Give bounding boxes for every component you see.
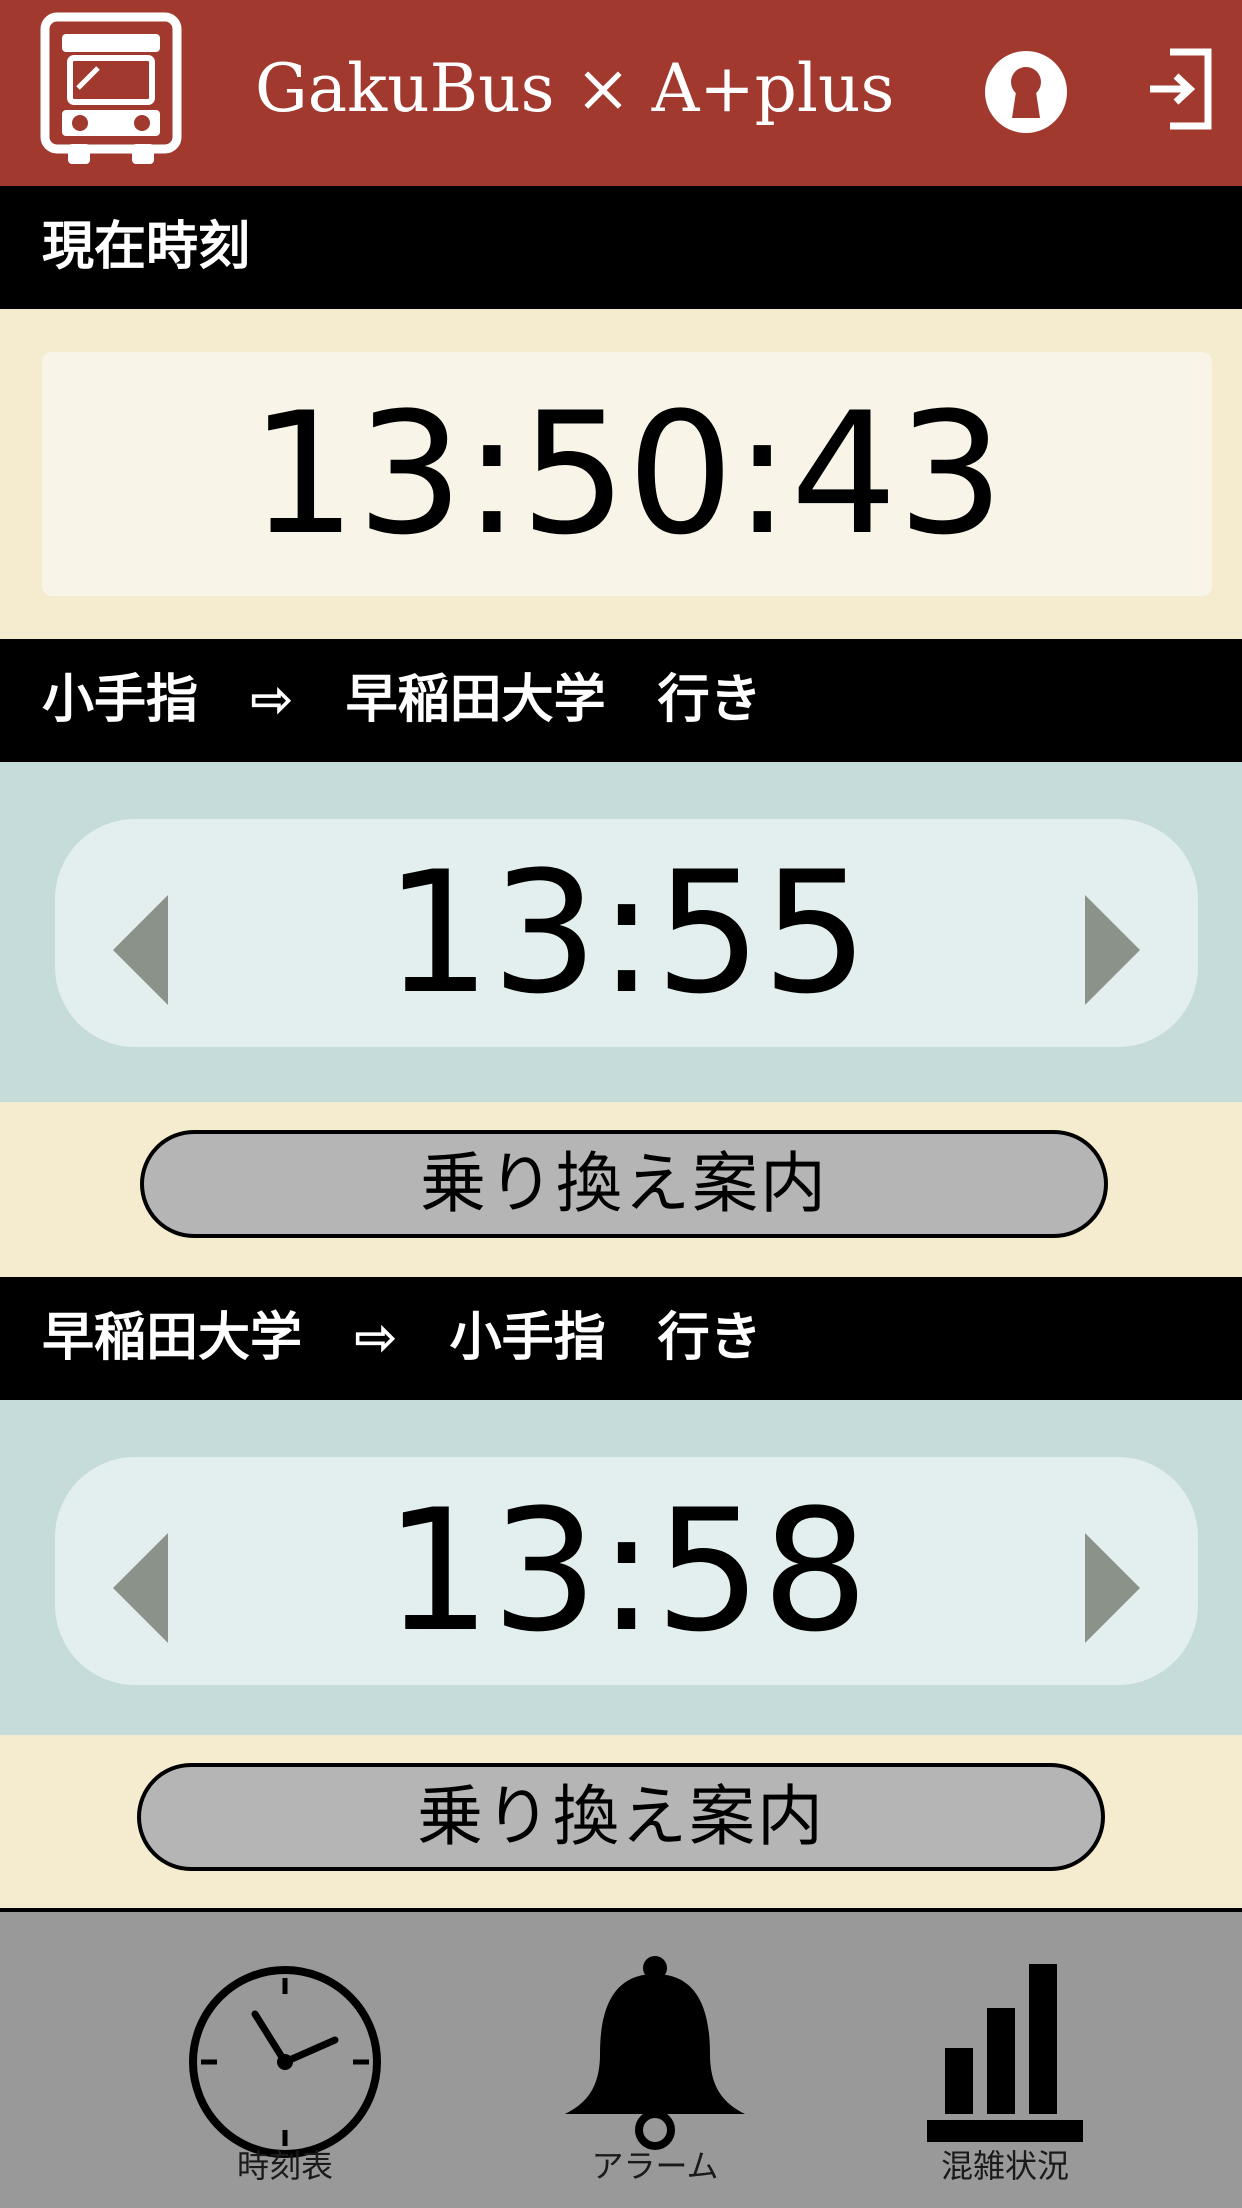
nav-item-alarm[interactable]: アラーム: [505, 1912, 805, 2208]
next-departure-arrow-icon[interactable]: [1085, 1533, 1140, 1643]
prev-departure-arrow-icon[interactable]: [113, 1533, 168, 1643]
user-keyhole-icon[interactable]: [982, 48, 1070, 136]
nav-label-alarm: アラーム: [591, 2147, 719, 2185]
departure-time: 13:58: [384, 1473, 869, 1669]
app-title: GakuBus × A+plus: [255, 50, 895, 127]
clock-icon: [189, 1966, 381, 2158]
next-departure-arrow-icon[interactable]: [1085, 895, 1140, 1005]
bar-chart-icon: [927, 1964, 1083, 2142]
nav-item-timetable[interactable]: 時刻表: [135, 1912, 435, 2208]
current-time-bar: 現在時刻: [0, 186, 1242, 309]
departure-pill: 13:55: [55, 819, 1198, 1047]
app-header: GakuBus × A+plus: [0, 0, 1242, 186]
departure-pill: 13:58: [55, 1457, 1198, 1685]
nav-label-timetable: 時刻表: [236, 2147, 333, 2185]
route-title: 小手指 ⇨ 早稲田大学 行き: [42, 670, 762, 730]
bell-icon: [565, 1956, 745, 2150]
nav-item-congestion[interactable]: 混雑状況: [855, 1912, 1155, 2208]
logout-icon[interactable]: [1148, 44, 1214, 134]
transfer-section: 乗り換え案内: [0, 1102, 1242, 1277]
bus-icon[interactable]: [40, 12, 182, 166]
nav-label-congestion: 混雑状況: [940, 2147, 1069, 2185]
route-bar: 早稲田大学 ⇨ 小手指 行き: [0, 1277, 1242, 1400]
prev-departure-arrow-icon[interactable]: [113, 895, 168, 1005]
current-time-value: 13:50:43: [249, 376, 1005, 572]
current-time-label: 現在時刻: [42, 217, 251, 277]
current-time-section: 13:50:43: [0, 309, 1242, 639]
app-root: GakuBus × A+plus 現在時刻 13:50:43 小手指 ⇨ 早稲田…: [0, 0, 1242, 2208]
transfer-guide-button[interactable]: 乗り換え案内: [140, 1130, 1108, 1238]
current-time-box: 13:50:43: [42, 352, 1212, 596]
bottom-nav: 時刻表 アラーム 混雑状況: [0, 1908, 1242, 2208]
departure-time: 13:55: [384, 835, 869, 1031]
route-bar: 小手指 ⇨ 早稲田大学 行き: [0, 639, 1242, 762]
route-title: 早稲田大学 ⇨ 小手指 行き: [42, 1308, 762, 1368]
departure-section: 13:55: [0, 762, 1242, 1102]
departure-section: 13:58: [0, 1400, 1242, 1735]
transfer-section: 乗り換え案内: [0, 1735, 1242, 1908]
transfer-guide-button[interactable]: 乗り換え案内: [137, 1763, 1105, 1871]
